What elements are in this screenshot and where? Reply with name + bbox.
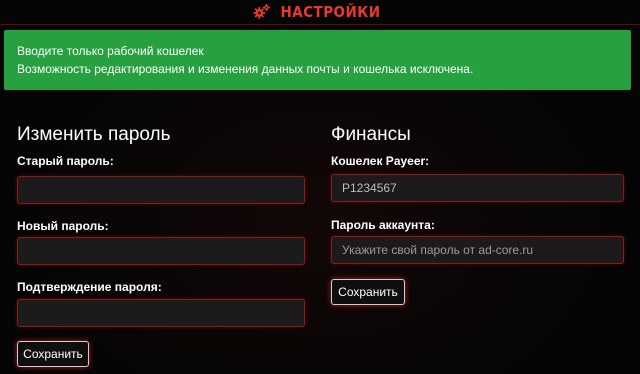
page-title: НАСТРОЙКИ <box>281 3 381 21</box>
payeer-wallet-label: Кошелек Payeer: <box>331 154 430 168</box>
info-alert: Вводите только рабочий кошелек Возможнос… <box>4 30 631 90</box>
alert-line-2: Возможность редактирования и изменения д… <box>17 62 474 76</box>
new-password-label: Новый пароль: <box>17 219 109 233</box>
confirm-password-label: Подтверждение пароля: <box>17 280 162 294</box>
save-password-button[interactable]: Сохранить <box>17 341 89 367</box>
account-password-field[interactable] <box>331 236 624 264</box>
page-header: НАСТРОЙКИ <box>0 0 640 25</box>
account-password-label: Пароль аккаунта: <box>331 218 435 232</box>
gears-icon <box>253 3 271 19</box>
new-password-field[interactable] <box>17 237 305 265</box>
change-password-title: Изменить пароль <box>17 124 171 145</box>
alert-line-1: Вводите только рабочий кошелек <box>17 44 204 58</box>
old-password-label: Старый пароль: <box>17 154 114 168</box>
save-finance-button[interactable]: Сохранить <box>331 279 405 305</box>
change-password-section: Изменить пароль Старый пароль: Новый пар… <box>17 122 307 367</box>
old-password-field[interactable] <box>17 176 305 204</box>
confirm-password-field[interactable] <box>17 299 305 327</box>
payeer-wallet-field[interactable] <box>331 174 624 202</box>
finance-section: Финансы Кошелек Payeer: Пароль аккаунта:… <box>331 122 625 305</box>
finance-title: Финансы <box>331 124 411 145</box>
